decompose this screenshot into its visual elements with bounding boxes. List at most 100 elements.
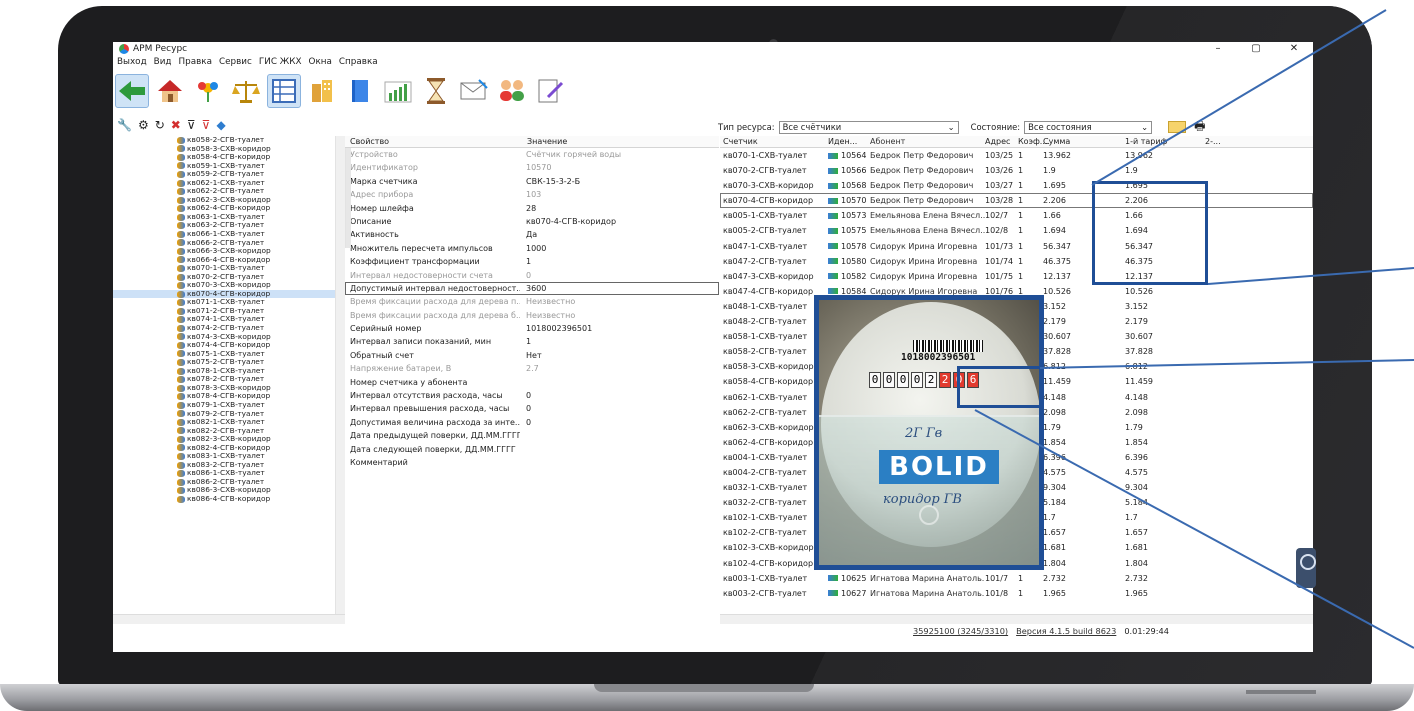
- refresh-icon[interactable]: ↻: [155, 118, 165, 132]
- property-row[interactable]: Допустимый интервал недостоверност... 360…: [345, 281, 719, 296]
- property-value[interactable]: 0: [520, 389, 705, 402]
- property-value[interactable]: Счётчик горячей воды: [520, 148, 705, 161]
- property-row[interactable]: Время фиксации расхода для дерева п... Не…: [345, 295, 719, 308]
- property-row[interactable]: Обратный счет Нет: [345, 349, 719, 362]
- delete-icon[interactable]: ✖: [171, 118, 181, 132]
- maximize-button[interactable]: ▢: [1237, 42, 1275, 56]
- side-widget-icon[interactable]: [1296, 548, 1316, 588]
- status-counter[interactable]: 35925100 (3245/3310): [913, 626, 1008, 636]
- table-row[interactable]: кв070-1-СХВ-туалет 10564 Бедрок Петр Федор…: [720, 148, 1313, 163]
- menu-item[interactable]: Правка: [179, 57, 212, 69]
- property-value[interactable]: 0: [520, 416, 705, 429]
- property-row[interactable]: Интервал отсутствия расхода, часы 0: [345, 389, 719, 402]
- grid-col-header[interactable]: 1-й тариф: [1125, 136, 1205, 147]
- property-value[interactable]: 0: [520, 402, 705, 415]
- grid-col-header[interactable]: Сумма: [1043, 136, 1125, 147]
- grid-col-header[interactable]: Иден...: [828, 136, 870, 147]
- property-value[interactable]: [520, 443, 705, 456]
- property-row[interactable]: Описание кв070-4-СГВ-коридор: [345, 215, 719, 228]
- property-row[interactable]: Устройство Счётчик горячей воды: [345, 148, 719, 161]
- property-row[interactable]: Марка счетчика СВК-15-3-2-Б: [345, 175, 719, 188]
- col-value[interactable]: Значение: [522, 136, 707, 147]
- table-row[interactable]: кв047-1-СХВ-туалет 10578 Сидорук Ирина Иго…: [720, 239, 1313, 254]
- property-value[interactable]: 1: [520, 255, 705, 268]
- menu-item[interactable]: ГИС ЖКХ: [259, 57, 302, 69]
- property-row[interactable]: Интервал записи показаний, мин 1: [345, 335, 719, 348]
- export-icon[interactable]: [1168, 121, 1187, 133]
- props-scrollbar[interactable]: [345, 148, 351, 248]
- menu-item[interactable]: Сервис: [219, 57, 252, 69]
- property-value[interactable]: 3600: [520, 282, 705, 295]
- property-value[interactable]: [520, 456, 705, 469]
- tree-item[interactable]: кв086-4-СГВ-коридор: [113, 494, 345, 504]
- property-value[interactable]: 1018002396501: [520, 322, 705, 335]
- table-row[interactable]: кв005-1-СХВ-туалет 10573 Емельянова Елена …: [720, 208, 1313, 223]
- property-value[interactable]: Да: [520, 228, 705, 241]
- table-row[interactable]: кв003-2-СГВ-туалет 10627 Игнатова Марина А…: [720, 586, 1313, 601]
- table-row[interactable]: кв005-2-СГВ-туалет 10575 Емельянова Елена …: [720, 223, 1313, 238]
- property-value[interactable]: кв070-4-СГВ-коридор: [520, 215, 705, 228]
- property-row[interactable]: Интервал недостоверности счета 0: [345, 269, 719, 282]
- grid-hscrollbar[interactable]: [720, 614, 1313, 624]
- property-row[interactable]: Номер счетчика у абонента: [345, 376, 719, 389]
- property-row[interactable]: Время фиксации расхода для дерева б... Не…: [345, 309, 719, 322]
- book-icon[interactable]: [343, 74, 377, 108]
- print-icon[interactable]: 🖶: [1194, 117, 1205, 138]
- property-row[interactable]: Активность Да: [345, 228, 719, 241]
- resource-type-select[interactable]: Все счётчики ⌄: [778, 120, 959, 134]
- property-row[interactable]: Коэффициент трансформации 1: [345, 255, 719, 268]
- table-row[interactable]: кв047-2-СГВ-туалет 10580 Сидорук Ирина Иго…: [720, 254, 1313, 269]
- menu-item[interactable]: Выход: [117, 57, 147, 69]
- property-value[interactable]: 1000: [520, 242, 705, 255]
- report-edit-icon[interactable]: [533, 74, 567, 108]
- grid-col-header[interactable]: Адрес: [985, 136, 1015, 147]
- menu-item[interactable]: Окна: [309, 57, 332, 69]
- col-property[interactable]: Свойство: [345, 136, 522, 147]
- property-value[interactable]: 2.7: [520, 362, 705, 375]
- property-row[interactable]: Напряжение батареи, В 2.7: [345, 362, 719, 375]
- property-row[interactable]: Дата следующей поверки, ДД.ММ.ГГГГ: [345, 443, 719, 456]
- tree-scrollbar[interactable]: [335, 136, 345, 614]
- property-value[interactable]: Нет: [520, 349, 705, 362]
- wrench-icon[interactable]: 🔧: [117, 118, 132, 132]
- property-row[interactable]: Серийный номер 1018002396501: [345, 322, 719, 335]
- property-value[interactable]: СВК-15-3-2-Б: [520, 175, 705, 188]
- scales-icon[interactable]: [229, 74, 263, 108]
- property-value[interactable]: 28: [520, 202, 705, 215]
- property-row[interactable]: Номер шлейфа 28: [345, 202, 719, 215]
- property-row[interactable]: Комментарий: [345, 456, 719, 469]
- grid-col-header[interactable]: Счетчик: [720, 136, 828, 147]
- flower-icon[interactable]: [191, 74, 225, 108]
- table-row[interactable]: кв003-1-СХВ-туалет 10625 Игнатова Марина А…: [720, 571, 1313, 586]
- grid-col-header[interactable]: Абонент: [870, 136, 985, 147]
- property-value[interactable]: 1: [520, 335, 705, 348]
- property-row[interactable]: Идентификатор 10570: [345, 161, 719, 174]
- property-value[interactable]: 0: [520, 269, 705, 282]
- property-value[interactable]: [520, 429, 705, 442]
- property-value[interactable]: 10570: [520, 161, 705, 174]
- state-select[interactable]: Все состояния ⌄: [1024, 120, 1153, 134]
- grid-col-header[interactable]: Коэф....: [1015, 136, 1050, 147]
- property-value[interactable]: Неизвестно: [520, 309, 705, 322]
- mail-icon[interactable]: [457, 74, 491, 108]
- house-icon[interactable]: [153, 74, 187, 108]
- property-value[interactable]: 103: [520, 188, 705, 201]
- property-row[interactable]: Множитель пересчета импульсов 1000: [345, 242, 719, 255]
- hourglass-icon[interactable]: [419, 74, 453, 108]
- users-icon[interactable]: [495, 74, 529, 108]
- menu-item[interactable]: Вид: [154, 57, 172, 69]
- back-arrow-icon[interactable]: [115, 74, 149, 108]
- chart-icon[interactable]: [381, 74, 415, 108]
- property-row[interactable]: Интервал превышения расхода, часы 0: [345, 402, 719, 415]
- minimize-button[interactable]: –: [1199, 42, 1237, 56]
- filter-icon[interactable]: ⊽: [187, 118, 196, 132]
- table-row[interactable]: кв070-2-СГВ-туалет 10566 Бедрок Петр Федор…: [720, 163, 1313, 178]
- table-row[interactable]: кв047-3-СХВ-коридор 10582 Сидорук Ирина Иг…: [720, 269, 1313, 284]
- plugin-icon[interactable]: ◆: [216, 118, 225, 132]
- property-row[interactable]: Допустимая величина расхода за инте... 0: [345, 416, 719, 429]
- close-button[interactable]: ✕: [1275, 42, 1313, 56]
- property-value[interactable]: Неизвестно: [520, 295, 705, 308]
- grid-col-header[interactable]: 2-...: [1205, 136, 1245, 147]
- table-row[interactable]: кв070-3-СХВ-коридор 10568 Бедрок Петр Федо…: [720, 178, 1313, 193]
- property-value[interactable]: [520, 376, 705, 389]
